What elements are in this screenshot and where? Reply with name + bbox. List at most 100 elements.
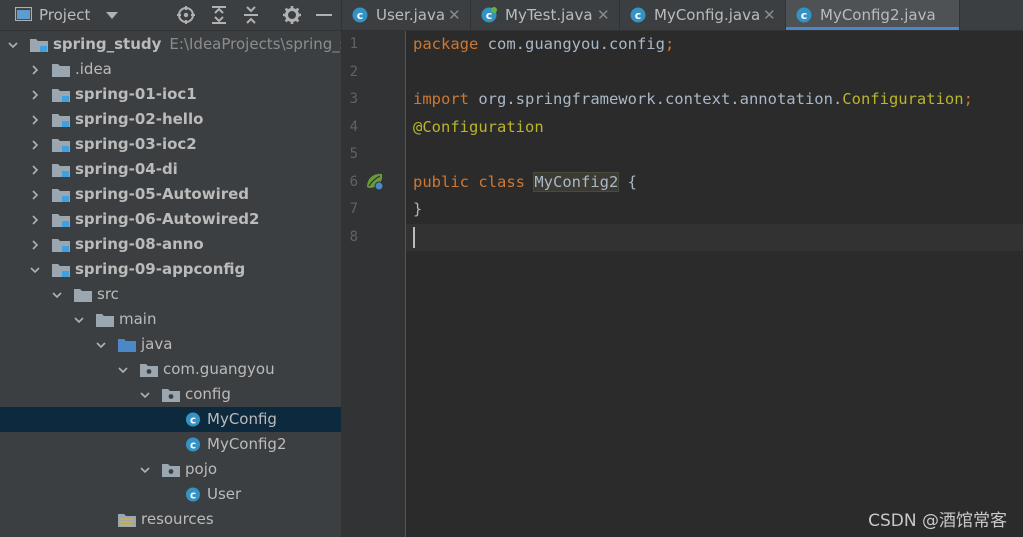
tree-item-spring-08-anno[interactable]: spring-08-anno bbox=[0, 232, 341, 257]
chevron-down-icon[interactable] bbox=[96, 340, 106, 350]
tree-item-spring-02-hello[interactable]: spring-02-hello bbox=[0, 107, 341, 132]
module-icon bbox=[52, 89, 70, 102]
collapse-all-icon[interactable] bbox=[241, 5, 261, 25]
project-path: E:\IdeaProjects\spring_stu bbox=[169, 35, 341, 53]
minimize-icon[interactable] bbox=[314, 5, 334, 25]
locate-icon[interactable] bbox=[176, 5, 196, 25]
text-cursor bbox=[413, 226, 415, 248]
code-annotation-type: Configuration bbox=[842, 90, 964, 108]
chevron-down-icon[interactable] bbox=[52, 290, 62, 300]
tree-item-label: User bbox=[207, 485, 242, 503]
chevron-right-icon[interactable] bbox=[30, 190, 40, 200]
tree-item-myconfig2[interactable]: c MyConfig2 bbox=[0, 432, 341, 457]
spring-bean-icon[interactable] bbox=[365, 171, 385, 191]
tree-item-label: com.guangyou bbox=[163, 360, 275, 378]
code-line: @Configuration bbox=[406, 114, 1023, 141]
package-icon bbox=[162, 464, 180, 477]
line-number: 1 bbox=[349, 36, 358, 52]
tree-item-com-guangyou[interactable]: com.guangyou bbox=[0, 357, 341, 382]
tree-item-spring-01-ioc1[interactable]: spring-01-ioc1 bbox=[0, 82, 341, 107]
tree-item-spring-09-appconfig[interactable]: spring-09-appconfig bbox=[0, 257, 341, 282]
class-icon: c bbox=[185, 412, 201, 427]
tab-label: MyConfig2.java bbox=[820, 6, 936, 24]
chevron-down-icon[interactable] bbox=[8, 40, 18, 50]
expand-all-icon[interactable] bbox=[209, 5, 229, 25]
code-editor[interactable]: package com.guangyou.config; import org.s… bbox=[406, 31, 1023, 537]
tab-label: MyTest.java bbox=[505, 6, 593, 24]
tree-item-label: spring-05-Autowired bbox=[75, 185, 250, 203]
tree-item-config[interactable]: config bbox=[0, 382, 341, 407]
tree-item-spring-03-ioc2[interactable]: spring-03-ioc2 bbox=[0, 132, 341, 157]
tree-item-pojo[interactable]: pojo bbox=[0, 457, 341, 482]
watermark: CSDN @酒馆常客 bbox=[868, 511, 1007, 531]
tree-item--idea[interactable]: .idea bbox=[0, 57, 341, 82]
tree-item-label: spring-08-anno bbox=[75, 235, 204, 253]
folder-icon bbox=[74, 289, 92, 302]
tab-label: User.java bbox=[376, 6, 446, 24]
code-line: } bbox=[406, 196, 1023, 223]
svg-text:c: c bbox=[190, 439, 196, 451]
code-text: } bbox=[413, 200, 423, 218]
code-line: package com.guangyou.config; bbox=[406, 31, 1023, 58]
line-number: 4 bbox=[349, 118, 358, 135]
close-icon[interactable]: ✕ bbox=[597, 0, 610, 30]
project-view-title[interactable]: Project bbox=[39, 6, 90, 24]
folder-module-icon bbox=[30, 39, 48, 52]
chevron-down-icon[interactable] bbox=[118, 365, 128, 375]
module-icon bbox=[52, 264, 70, 277]
tree-item-label: MyConfig bbox=[207, 410, 277, 428]
chevron-down-icon[interactable] bbox=[74, 315, 84, 325]
editor-tab-myconfig2-java[interactable]: c MyConfig2.java bbox=[786, 0, 960, 30]
chevron-right-icon[interactable] bbox=[30, 90, 40, 100]
tree-item-java[interactable]: java bbox=[0, 332, 341, 357]
gear-icon[interactable] bbox=[282, 5, 302, 25]
tree-item-label: .idea bbox=[75, 60, 112, 78]
test-class-icon: c bbox=[481, 7, 497, 23]
chevron-right-icon[interactable] bbox=[30, 165, 40, 175]
tree-item-spring-05-autowired[interactable]: spring-05-Autowired bbox=[0, 182, 341, 207]
package-icon bbox=[162, 389, 180, 402]
chevron-down-icon[interactable] bbox=[140, 390, 150, 400]
tree-item-label: spring-02-hello bbox=[75, 110, 204, 128]
tree-item-spring-06-autowired2[interactable]: spring-06-Autowired2 bbox=[0, 207, 341, 232]
editor-tab-bar: c User.java ✕ c MyTest.java ✕ c MyConfig.java ✕ c… bbox=[342, 0, 1023, 31]
code-keyword: import bbox=[413, 90, 469, 108]
svg-text:c: c bbox=[801, 9, 808, 22]
module-icon bbox=[52, 114, 70, 127]
editor-tab-myconfig-java[interactable]: c MyConfig.java ✕ bbox=[620, 0, 786, 30]
folder-icon bbox=[96, 314, 114, 327]
chevron-right-icon[interactable] bbox=[30, 215, 40, 225]
chevron-right-icon[interactable] bbox=[30, 115, 40, 125]
tree-item-spring-study[interactable]: spring_studyE:\IdeaProjects\spring_stu bbox=[0, 32, 341, 57]
close-icon[interactable]: ✕ bbox=[448, 0, 461, 30]
close-icon[interactable]: ✕ bbox=[763, 0, 776, 30]
editor-tab-mytest-java[interactable]: c MyTest.java ✕ bbox=[471, 0, 620, 30]
tree-item-user[interactable]: c User bbox=[0, 482, 341, 507]
chevron-right-icon[interactable] bbox=[30, 140, 40, 150]
chevron-down-icon[interactable] bbox=[140, 465, 150, 475]
code-text: com.guangyou.config bbox=[478, 35, 665, 53]
tree-item-label: spring-04-di bbox=[75, 160, 178, 178]
chevron-down-icon[interactable] bbox=[30, 265, 40, 275]
tree-item-label: src bbox=[97, 285, 119, 303]
editor-tab-user-java[interactable]: c User.java ✕ bbox=[342, 0, 471, 30]
tree-item-main[interactable]: main bbox=[0, 307, 341, 332]
chevron-right-icon[interactable] bbox=[30, 65, 40, 75]
project-header: Project bbox=[0, 0, 341, 31]
tree-item-myconfig[interactable]: c MyConfig bbox=[0, 407, 341, 432]
tree-item-label: spring-01-ioc1 bbox=[75, 85, 197, 103]
tree-item-resources[interactable]: resources bbox=[0, 507, 341, 532]
module-icon bbox=[52, 189, 70, 202]
line-number: 6 bbox=[349, 173, 358, 190]
code-keyword: public class bbox=[413, 172, 525, 191]
code-text: { bbox=[618, 172, 637, 191]
tree-item-spring-04-di[interactable]: spring-04-di bbox=[0, 157, 341, 182]
line-number: 3 bbox=[349, 91, 358, 107]
code-line bbox=[406, 223, 1023, 251]
folder-icon bbox=[52, 64, 70, 77]
chevron-right-icon[interactable] bbox=[30, 240, 40, 250]
module-icon bbox=[52, 214, 70, 227]
chevron-down-icon[interactable] bbox=[106, 12, 118, 20]
tree-item-src[interactable]: src bbox=[0, 282, 341, 307]
